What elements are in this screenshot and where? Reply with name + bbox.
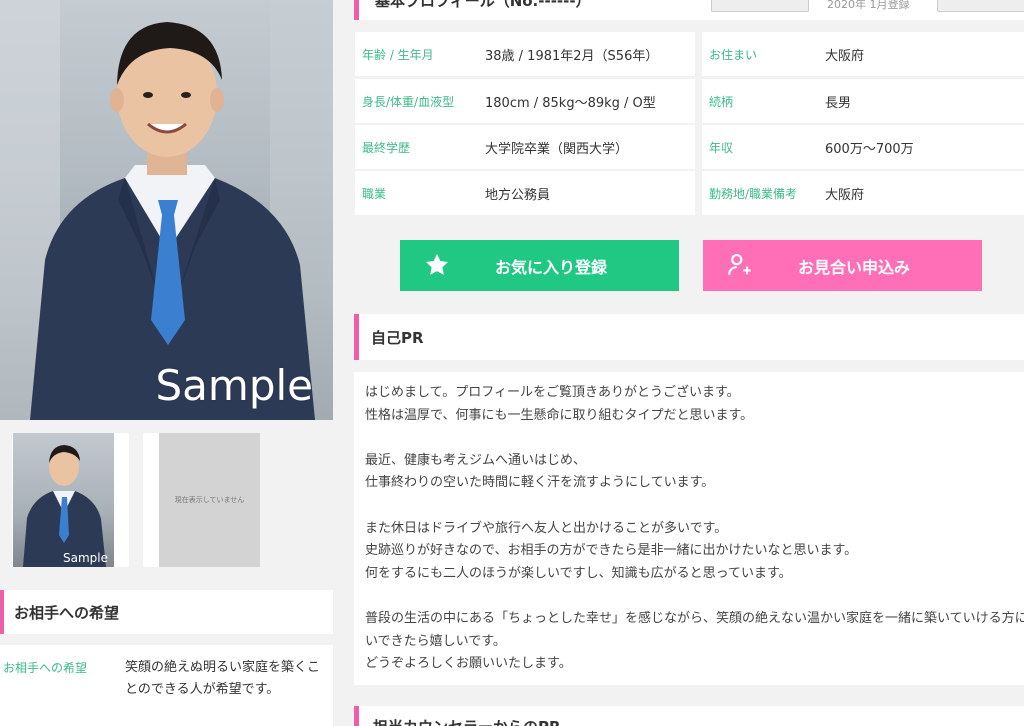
profile-value: 大学院卒業（関西大学） [485, 141, 629, 157]
basic-profile-header: 基本プロフィール（No.------） 2020年 1月登録 [354, 0, 1024, 20]
profile-value: 38歳 / 1981年2月（S56年） [485, 48, 659, 64]
profile-value: 大阪府 [825, 48, 865, 64]
header-button-2[interactable] [937, 0, 1024, 12]
profile-label: お住まい [709, 47, 758, 62]
profile-value: 600万〜700万 [825, 141, 914, 157]
counselor-pr-header: 担当カウンセラーからのPR [354, 706, 1024, 726]
wish-section-title: お相手への希望 [0, 590, 333, 634]
wish-text: 笑顔の絶えぬ明るい家庭を築くことのできる人が希望です。 [125, 660, 321, 697]
profile-main-photo[interactable]: Sample [0, 0, 333, 420]
profile-row-body: 身長/体重/血液型 180cm / 85kg〜89kg / O型 [355, 79, 695, 123]
pr-text: はじめまして。プロフィールをご覧頂きありがとうございます。 性格は温厚で、何事に… [365, 385, 1024, 672]
profile-value: 大阪府 [825, 187, 865, 203]
profile-label: 職業 [362, 186, 387, 201]
profile-value: 地方公務員 [485, 187, 551, 203]
add-favorite-button[interactable]: お気に入り登録 [400, 240, 679, 291]
profile-row-residence: お住まい 大阪府 [702, 32, 1024, 76]
registration-meta: 2020年 1月登録 [827, 0, 910, 11]
profile-label: 身長/体重/血液型 [362, 94, 455, 109]
photo-thumbnail-2[interactable]: 現在表示していません [143, 433, 260, 567]
profile-value: 180cm / 85kg〜89kg / O型 [485, 95, 656, 111]
man-in-suit-thumbnail [23, 445, 106, 567]
pr-section: はじめまして。プロフィールをご覧頂きありがとうございます。 性格は温厚で、何事に… [354, 372, 1024, 685]
wish-label: お相手への希望 [3, 661, 88, 675]
profile-row-education: 最終学歴 大学院卒業（関西大学） [355, 125, 695, 169]
person-add-icon [728, 253, 751, 275]
pr-section-title: 自己PR [354, 314, 1024, 360]
man-in-suit-illustration [0, 0, 333, 420]
profile-row-income: 年収 600万〜700万 [702, 125, 1024, 169]
photo-thumbnail-1[interactable]: Sample [12, 433, 129, 567]
counselor-pr-title: 担当カウンセラーからのPR [373, 716, 561, 726]
profile-row-relationship: 続柄 長男 [702, 79, 1024, 123]
header-button-1[interactable] [711, 0, 809, 12]
star-icon [425, 253, 449, 275]
sample-watermark: Sample [155, 361, 313, 410]
profile-row-occupation: 職業 地方公務員 [355, 171, 695, 215]
profile-value: 長男 [825, 95, 852, 111]
profile-label: 年齢 / 生年月 [362, 47, 434, 62]
add-favorite-label: お気に入り登録 [495, 257, 608, 277]
sample-watermark-small: Sample [63, 551, 108, 565]
request-meeting-button[interactable]: お見合い申込み [703, 240, 982, 291]
profile-label: 年収 [709, 140, 734, 155]
profile-label: 勤務地/職業備考 [709, 186, 798, 201]
profile-row-age: 年齢 / 生年月 38歳 / 1981年2月（S56年） [355, 32, 695, 76]
photo-placeholder: 現在表示していません [159, 433, 260, 567]
profile-label: 最終学歴 [362, 140, 411, 155]
request-meeting-label: お見合い申込み [798, 257, 911, 277]
wish-section: お相手への希望 笑顔の絶えぬ明るい家庭を築くことのできる人が希望です。 [0, 645, 333, 726]
basic-profile-title: 基本プロフィール（No.------） [375, 0, 591, 10]
profile-label: 続柄 [709, 94, 734, 109]
profile-row-workplace: 勤務地/職業備考 大阪府 [702, 171, 1024, 215]
